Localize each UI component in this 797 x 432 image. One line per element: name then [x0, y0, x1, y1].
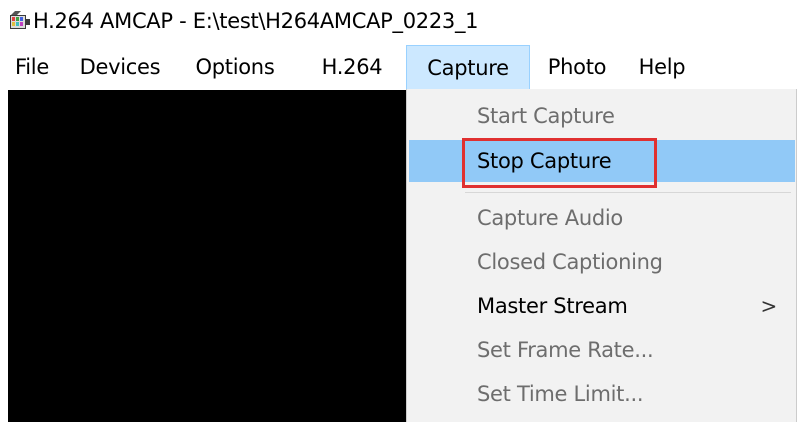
menu-item-stop-capture[interactable]: Stop Capture: [409, 140, 795, 182]
menu-file[interactable]: File: [6, 45, 58, 90]
menu-options[interactable]: Options: [180, 45, 290, 90]
submenu-arrow-icon: >: [760, 294, 778, 318]
title-bar: H.264 AMCAP - E:\test\H264AMCAP_0223_1: [0, 0, 797, 45]
menu-item-master-stream[interactable]: Master Stream >: [409, 285, 795, 327]
menu-item-set-time-limit[interactable]: Set Time Limit...: [409, 373, 795, 415]
window-title: H.264 AMCAP - E:\test\H264AMCAP_0223_1: [33, 9, 479, 33]
menu-separator: [465, 192, 791, 193]
menu-capture[interactable]: Capture: [406, 45, 530, 90]
window-bottom-edge: [0, 422, 797, 432]
menu-help[interactable]: Help: [628, 45, 696, 90]
menu-item-master-stream-label: Master Stream: [477, 294, 628, 318]
menu-item-closed-captioning[interactable]: Closed Captioning: [409, 241, 795, 283]
menu-bar: File Devices Options H.264 Capture Photo…: [0, 45, 797, 90]
menu-photo[interactable]: Photo: [536, 45, 618, 90]
camera-app-icon: [9, 10, 31, 32]
menu-item-start-capture[interactable]: Start Capture: [409, 95, 795, 137]
menu-devices[interactable]: Devices: [68, 45, 172, 90]
menu-item-set-frame-rate[interactable]: Set Frame Rate...: [409, 329, 795, 371]
capture-dropdown-menu: Start Capture Stop Capture Capture Audio…: [406, 89, 797, 425]
menu-item-capture-audio[interactable]: Capture Audio: [409, 197, 795, 239]
menu-h264[interactable]: H.264: [302, 45, 402, 90]
amcap-window: H.264 AMCAP - E:\test\H264AMCAP_0223_1 F…: [0, 0, 797, 432]
